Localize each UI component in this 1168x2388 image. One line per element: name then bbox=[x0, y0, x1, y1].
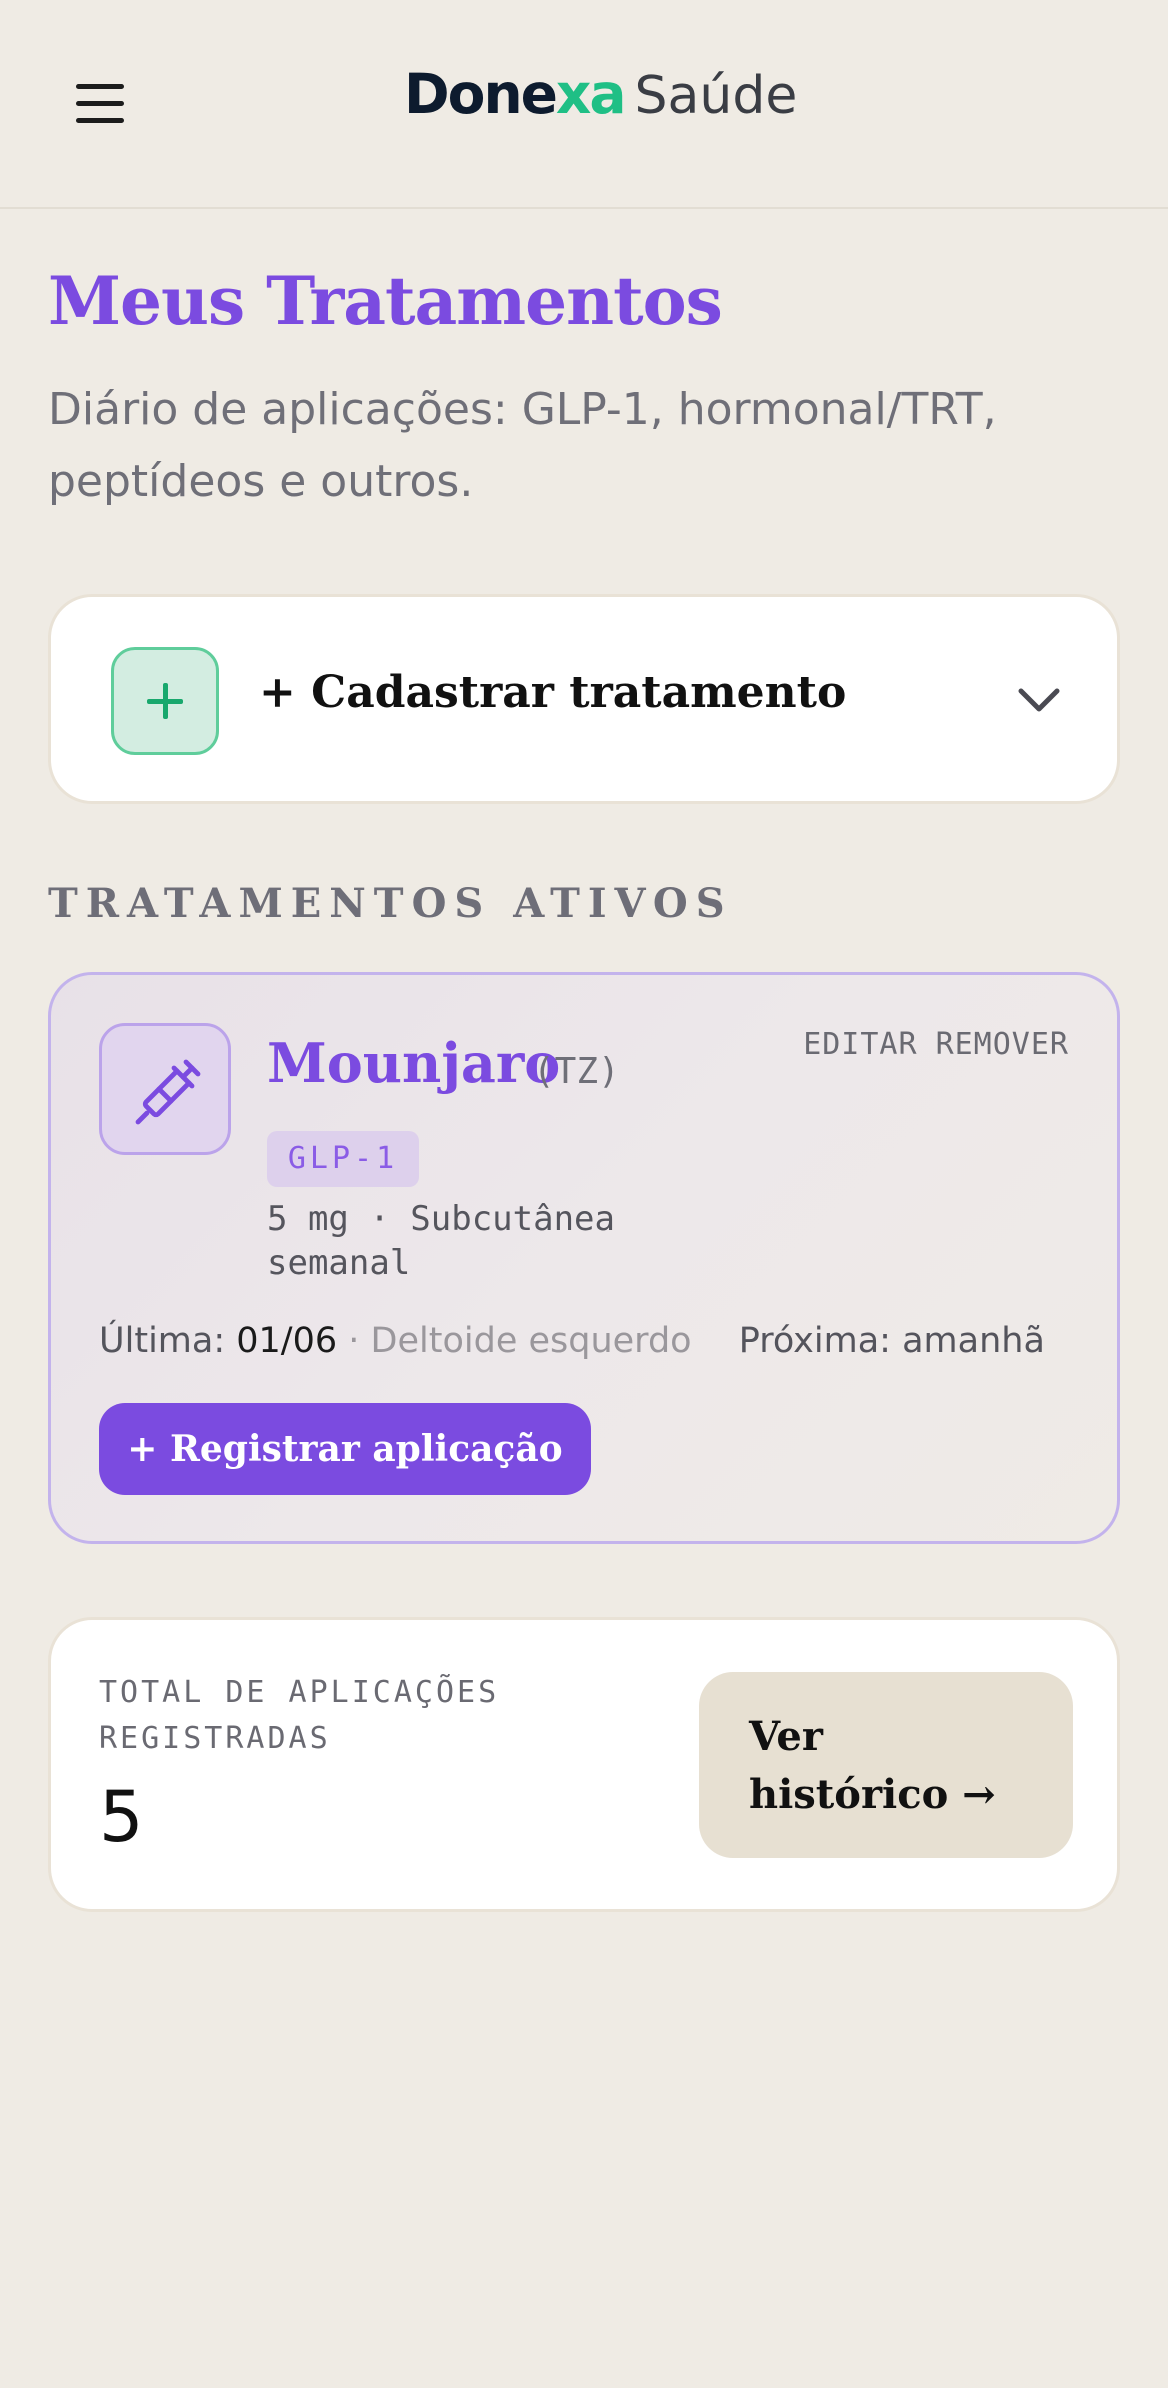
syringe-icon bbox=[99, 1023, 231, 1155]
total-applications-value: 5 bbox=[99, 1776, 144, 1858]
treatment-actions: EDITAR REMOVER bbox=[803, 1027, 1069, 1062]
category-tag: GLP-1 bbox=[267, 1131, 419, 1187]
register-application-button[interactable]: + Registrar aplicação bbox=[99, 1403, 591, 1495]
add-treatment-card[interactable]: + Cadastrar tratamento bbox=[48, 594, 1120, 804]
logo-brand: Donexa bbox=[404, 62, 626, 126]
next-application-label: Próxima: bbox=[738, 1321, 891, 1361]
application-schedule: Última: 01/06 · Deltoide esquerdo Próxim… bbox=[99, 1321, 1045, 1361]
last-application-label: Última: bbox=[99, 1321, 226, 1361]
treatment-card: Mounjaro (TZ) EDITAR REMOVER GLP-1 5 mg … bbox=[48, 972, 1120, 1544]
last-application-site: · Deltoide esquerdo bbox=[348, 1321, 692, 1361]
last-application-date: 01/06 bbox=[236, 1321, 338, 1361]
treatment-name: Mounjaro bbox=[267, 1031, 561, 1095]
summary-card: TOTAL DE APLICAÇÕES REGISTRADAS 5 Ver hi… bbox=[48, 1617, 1120, 1912]
logo-subtitle: Saúde bbox=[634, 66, 798, 126]
page-title: Meus Tratamentos bbox=[48, 262, 723, 340]
remove-button[interactable]: REMOVER bbox=[936, 1027, 1069, 1062]
treatment-abbr: (TZ) bbox=[533, 1051, 620, 1092]
page-subtitle: Diário de aplicações: GLP-1, hormonal/TR… bbox=[48, 384, 997, 507]
chevron-down-icon[interactable] bbox=[1011, 671, 1067, 727]
hamburger-menu-icon[interactable] bbox=[72, 82, 128, 126]
brand-logo[interactable]: Donexa Saúde bbox=[404, 62, 797, 132]
dose-info: 5 mg · Subcutânea semanal bbox=[267, 1199, 615, 1283]
edit-button[interactable]: EDITAR bbox=[803, 1027, 917, 1062]
add-treatment-label: + Cadastrar tratamento bbox=[259, 667, 847, 718]
total-applications-label: TOTAL DE APLICAÇÕES REGISTRADAS bbox=[99, 1675, 500, 1756]
view-history-button[interactable]: Ver histórico → bbox=[699, 1672, 1073, 1858]
app-header: Donexa Saúde bbox=[0, 0, 1168, 209]
next-application-value: amanhã bbox=[902, 1321, 1045, 1361]
section-label-active: TRATAMENTOS ATIVOS bbox=[48, 880, 733, 927]
plus-icon bbox=[111, 647, 219, 755]
